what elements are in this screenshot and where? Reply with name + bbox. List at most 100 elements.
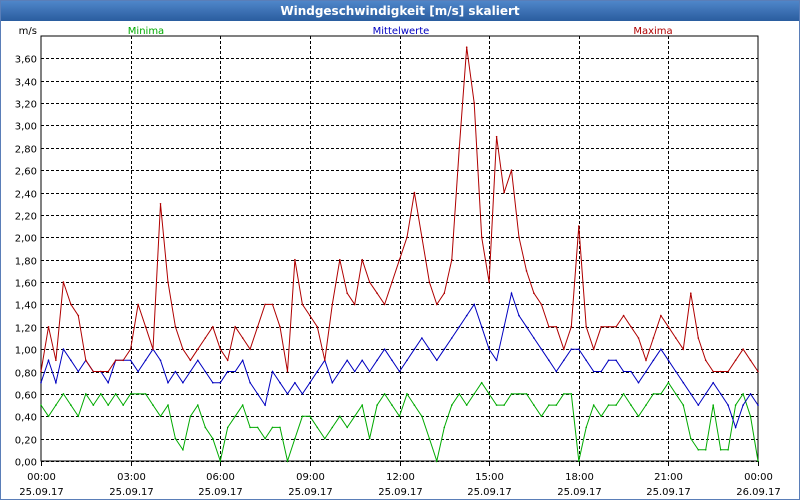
data-point-minima [518,393,520,395]
data-point-minima [503,404,505,406]
y-tick-label: 2,00 [15,234,37,245]
y-tick-label: 0,60 [15,391,37,402]
data-point-minima [749,415,752,418]
x-tick-time: 09:00 [296,472,325,483]
data-point-minima [197,404,199,406]
data-point-minima [615,404,617,406]
data-point-mittelwerte [622,370,625,373]
data-point-maxima [286,370,289,373]
data-point-minima [309,415,311,418]
data-point-minima [346,426,349,429]
data-point-maxima [339,258,341,261]
data-point-mittelwerte [286,393,289,395]
data-point-maxima [510,169,513,171]
data-point-maxima [294,258,296,261]
data-point-minima [607,404,610,406]
data-point-maxima [249,348,251,351]
x-tick-date: 25.09.17 [288,487,333,498]
data-point-mittelwerte [742,404,744,406]
data-point-mittelwerte [436,359,438,362]
data-point-minima [757,460,759,462]
data-point-mittelwerte [383,348,386,351]
data-point-maxima [189,359,192,362]
data-point-maxima [279,326,281,328]
data-point-mittelwerte [167,381,169,384]
data-point-minima [286,460,289,462]
data-point-minima [719,449,722,451]
x-tick-date: 25.09.17 [19,487,64,498]
data-point-maxima [114,359,117,362]
data-point-mittelwerte [630,370,632,373]
y-tick-label: 0,80 [15,369,37,380]
data-point-minima [734,404,737,406]
data-point-minima [637,415,640,418]
data-point-maxima [85,359,87,362]
data-point-maxima [107,370,109,373]
data-point-mittelwerte [219,381,222,384]
data-point-minima [122,404,124,406]
data-point-mittelwerte [510,292,513,295]
data-point-minima [144,393,147,395]
data-point-minima [667,381,670,384]
data-point-maxima [92,370,95,373]
data-point-mittelwerte [570,348,573,351]
data-point-maxima [428,281,431,283]
data-point-maxima [219,348,222,351]
data-point-maxima [62,281,65,283]
data-point-minima [226,426,229,429]
data-point-maxima [204,337,207,339]
data-point-mittelwerte [682,381,685,384]
data-point-mittelwerte [443,348,446,351]
data-point-minima [398,415,401,418]
data-point-minima [391,404,393,406]
data-point-minima [339,415,341,418]
data-point-mittelwerte [249,381,251,384]
y-tick-label: 3,00 [15,122,37,133]
data-point-minima [204,426,207,429]
y-tick-label: 1,40 [15,301,37,312]
data-point-maxima [376,292,378,295]
data-point-mittelwerte [159,359,162,362]
data-point-mittelwerte [704,393,707,395]
data-point-mittelwerte [294,381,296,384]
data-point-minima [47,415,50,418]
data-point-maxima [473,102,476,104]
data-point-minima [510,393,513,395]
data-point-minima [704,449,707,451]
data-point-mittelwerte [660,348,662,351]
data-point-maxima [436,303,438,306]
data-point-maxima [55,359,57,362]
data-point-maxima [383,303,386,306]
data-point-mittelwerte [391,359,393,362]
data-point-mittelwerte [368,370,371,373]
data-point-mittelwerte [339,370,341,373]
data-point-mittelwerte [77,370,80,373]
data-point-mittelwerte [47,359,50,362]
data-point-maxima [226,359,229,362]
data-point-minima [727,449,729,451]
data-point-minima [152,404,154,406]
data-point-minima [271,426,274,429]
data-point-maxima [637,337,640,339]
data-point-maxima [465,46,468,48]
data-point-maxima [660,314,662,317]
data-point-maxima [480,236,483,239]
data-point-minima [533,404,535,406]
data-point-mittelwerte [563,359,565,362]
data-point-minima [712,404,714,406]
data-point-mittelwerte [144,359,147,362]
data-point-minima [301,415,304,418]
data-point-minima [256,426,259,429]
legend-maxima: Maxima [633,26,672,37]
data-point-minima [316,426,319,429]
data-point-maxima [256,326,259,328]
data-point-minima [690,437,692,440]
data-point-minima [368,437,371,440]
data-point-maxima [503,191,505,194]
data-point-maxima [495,135,498,138]
data-point-mittelwerte [241,359,244,362]
data-point-mittelwerte [331,381,334,384]
data-point-minima [234,415,236,418]
data-point-maxima [645,359,647,362]
data-point-maxima [652,337,655,339]
